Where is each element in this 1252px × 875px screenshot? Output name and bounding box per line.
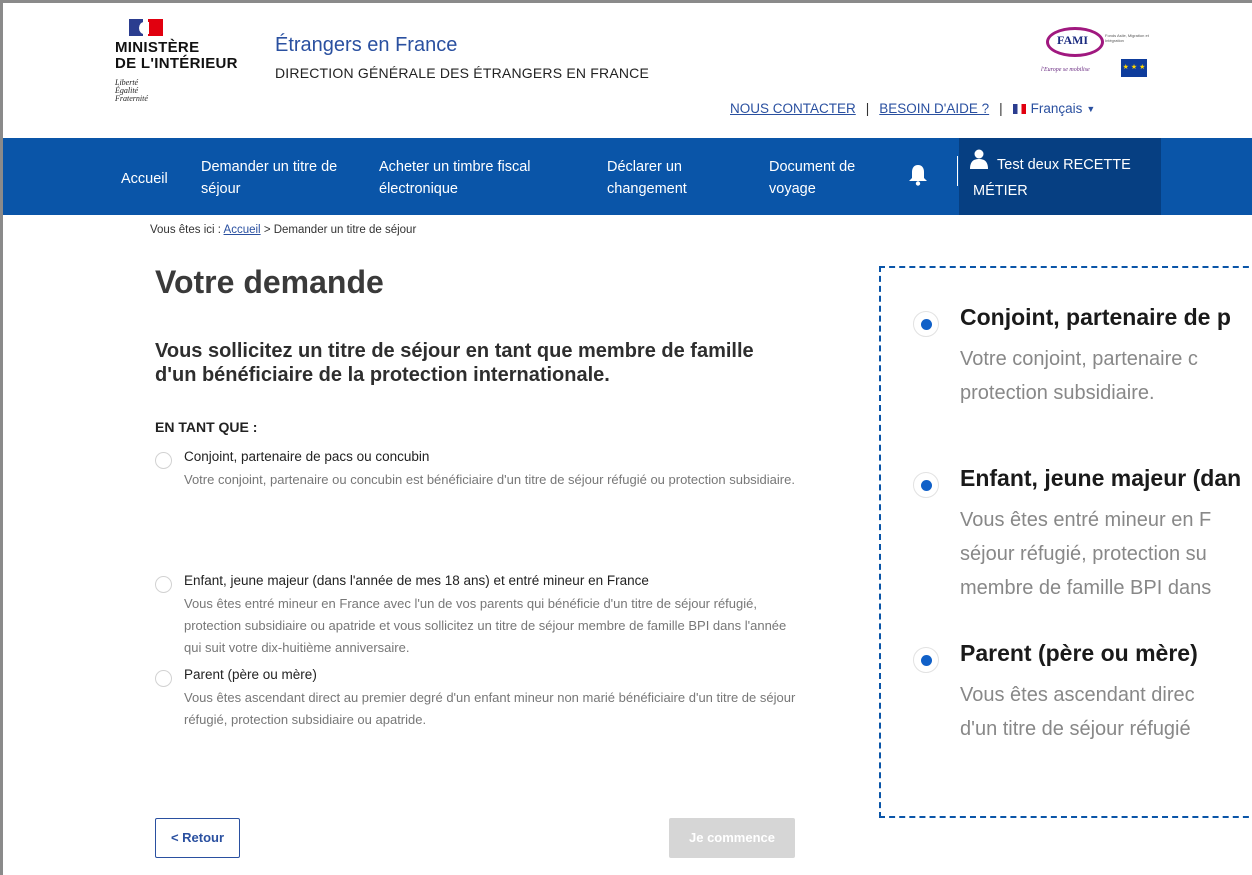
nav-item-document-voyage[interactable]: Document de voyage [769, 156, 879, 200]
nav-item-timbre-fiscal[interactable]: Acheter un timbre fiscal électronique [379, 156, 569, 200]
breadcrumb-prefix: Vous êtes ici : [150, 224, 221, 236]
ministry-name: MINISTÈRE DE L'INTÉRIEUR [115, 39, 238, 72]
start-button[interactable]: Je commence [669, 818, 795, 858]
fami-logo-subtext: Fonds Asile, Migration et Intégration [1105, 33, 1149, 43]
link-separator: | [865, 101, 870, 116]
option-description: Vous êtes ascendant direct au premier de… [184, 690, 796, 727]
header-links: NOUS CONTACTER | BESOIN D'AIDE ? | Franç… [730, 101, 1095, 116]
site-header: MINISTÈRE DE L'INTÉRIEUR Liberté Égalité… [3, 3, 1252, 138]
marianne-flag-icon [115, 19, 163, 37]
option-title: Parent (père ou mère) [184, 667, 317, 682]
nav-item-declarer-changement[interactable]: Déclarer un changement [607, 156, 717, 200]
zoom-option-title: Parent (père ou mère) [960, 640, 1198, 666]
zoom-option-description: Vous êtes entré mineur en F séjour réfug… [960, 509, 1212, 599]
bell-icon[interactable] [908, 164, 928, 186]
option-description: Vous êtes entré mineur en France avec l'… [184, 596, 787, 655]
breadcrumb-home-link[interactable]: Accueil [224, 224, 261, 236]
nav-divider [957, 156, 958, 186]
page-title: Votre demande [155, 264, 384, 300]
option-title: Conjoint, partenaire de pacs ou concubin [184, 449, 430, 464]
contact-link[interactable]: NOUS CONTACTER [730, 101, 856, 116]
user-menu[interactable]: Test deux RECETTE MÉTIER [959, 138, 1161, 215]
user-name: Test deux RECETTE MÉTIER [973, 157, 1131, 199]
ministry-motto: Liberté Égalité Fraternité [115, 78, 148, 103]
back-button[interactable]: < Retour [155, 818, 240, 858]
nav-item-demander-titre[interactable]: Demander un titre de séjour [201, 156, 363, 200]
link-separator: | [999, 101, 1003, 116]
caret-down-icon: ▼ [1086, 103, 1096, 114]
zoom-option-title: Conjoint, partenaire de p [960, 304, 1231, 330]
site-title[interactable]: Étrangers en France [275, 34, 457, 57]
zoom-option-title: Enfant, jeune majeur (dan [960, 465, 1242, 491]
site-subtitle: DIRECTION GÉNÉRALE DES ÉTRANGERS EN FRAN… [275, 65, 650, 81]
options-label: EN TANT QUE : [155, 419, 258, 435]
breadcrumb-current: > Demander un titre de séjour [263, 224, 417, 236]
fami-logo-text: FAMI [1057, 33, 1089, 47]
zoom-callout: Conjoint, partenaire de p Votre conjoint… [879, 266, 1252, 818]
french-flag-icon [1012, 103, 1026, 114]
fami-logo: FAMI Fonds Asile, Migration et Intégrati… [1041, 25, 1149, 87]
eu-flag-icon: ★ ★ ★ [1121, 59, 1147, 77]
main-navigation: Accueil Demander un titre de séjour Ache… [3, 138, 1252, 215]
option-description: Votre conjoint, partenaire ou concubin e… [184, 472, 795, 487]
language-selector[interactable]: Français ▼ [1012, 101, 1096, 116]
zoom-option-description: Votre conjoint, partenaire c protection … [960, 348, 1198, 404]
radio-button[interactable] [155, 670, 172, 687]
nav-item-accueil[interactable]: Accueil [121, 168, 168, 190]
help-link[interactable]: BESOIN D'AIDE ? [879, 101, 989, 116]
request-lead-text: Vous sollicitez un titre de séjour en ta… [155, 340, 754, 386]
radio-button[interactable] [155, 452, 172, 469]
radio-selected-icon [913, 647, 939, 673]
radio-selected-icon [913, 311, 939, 337]
breadcrumb: Vous êtes ici : Accueil > Demander un ti… [150, 224, 416, 236]
language-label: Français [1030, 101, 1083, 116]
zoom-option-description: Vous êtes ascendant direc d'un titre de … [960, 684, 1195, 740]
radio-selected-icon [913, 472, 939, 498]
radio-button[interactable] [155, 576, 172, 593]
option-title: Enfant, jeune majeur (dans l'année de me… [184, 573, 649, 588]
fami-slogan: l'Europe se mobilise [1041, 67, 1090, 73]
